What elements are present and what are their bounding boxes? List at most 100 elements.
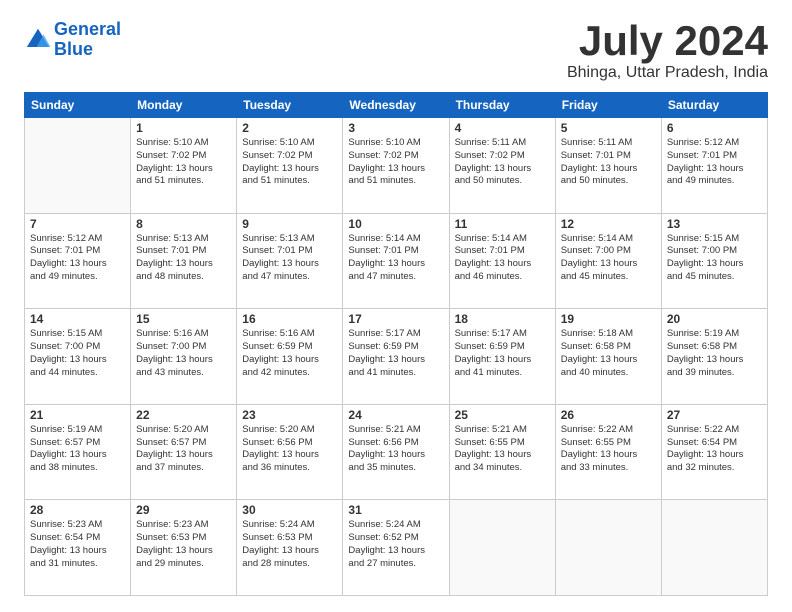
calendar-cell: 27 Sunrise: 5:22 AMSunset: 6:54 PMDayligh… [661, 404, 767, 500]
cell-info: Sunrise: 5:14 AMSunset: 7:01 PMDaylight:… [455, 233, 550, 284]
logo-icon [24, 26, 52, 54]
calendar-cell [661, 500, 767, 596]
day-number: 17 [348, 312, 443, 326]
cell-info: Sunrise: 5:15 AMSunset: 7:00 PMDaylight:… [667, 233, 762, 284]
day-number: 9 [242, 217, 337, 231]
day-number: 16 [242, 312, 337, 326]
calendar-cell: 7Sunrise: 5:12 AMSunset: 7:01 PMDaylight… [25, 213, 131, 309]
cell-info: Sunrise: 5:18 AMSunset: 6:58 PMDaylight:… [561, 328, 656, 379]
day-number: 11 [455, 217, 550, 231]
calendar-cell: 3 Sunrise: 5:10 AMSunset: 7:02 PMDaylight… [343, 118, 449, 214]
day-number: 22 [136, 408, 231, 422]
cell-info: Sunrise: 5:22 AMSunset: 6:55 PMDaylight:… [561, 424, 656, 475]
cell-info: Sunrise: 5:24 AMSunset: 6:53 PMDaylight:… [242, 519, 337, 570]
calendar-cell: 10 Sunrise: 5:14 AMSunset: 7:01 PMDayligh… [343, 213, 449, 309]
calendar-cell: 23 Sunrise: 5:20 AMSunset: 6:56 PMDayligh… [237, 404, 343, 500]
day-number: 25 [455, 408, 550, 422]
calendar-header-cell: Monday [131, 93, 237, 118]
calendar-header-row: SundayMondayTuesdayWednesdayThursdayFrid… [25, 93, 768, 118]
day-number: 24 [348, 408, 443, 422]
calendar-cell: 15Sunrise: 5:16 AMSunset: 7:00 PMDayligh… [131, 309, 237, 405]
day-number: 1 [136, 121, 231, 135]
cell-info: Sunrise: 5:11 AMSunset: 7:02 PMDaylight:… [455, 137, 550, 188]
calendar-cell: 29 Sunrise: 5:23 AMSunset: 6:53 PMDayligh… [131, 500, 237, 596]
title-block: July 2024 Bhinga, Uttar Pradesh, India [567, 20, 768, 82]
calendar-body: 1 Sunrise: 5:10 AMSunset: 7:02 PMDaylight… [25, 118, 768, 596]
cell-info: Sunrise: 5:13 AMSunset: 7:01 PMDaylight:… [242, 233, 337, 284]
cell-info: Sunrise: 5:10 AMSunset: 7:02 PMDaylight:… [348, 137, 443, 188]
calendar-cell: 14Sunrise: 5:15 AMSunset: 7:00 PMDayligh… [25, 309, 131, 405]
cell-info: Sunrise: 5:24 AMSunset: 6:52 PMDaylight:… [348, 519, 443, 570]
calendar-week-row: 21 Sunrise: 5:19 AMSunset: 6:57 PMDayligh… [25, 404, 768, 500]
calendar-cell: 4Sunrise: 5:11 AMSunset: 7:02 PMDaylight… [449, 118, 555, 214]
day-number: 23 [242, 408, 337, 422]
cell-info: Sunrise: 5:10 AMSunset: 7:02 PMDaylight:… [242, 137, 337, 188]
calendar-cell: 8 Sunrise: 5:13 AMSunset: 7:01 PMDaylight… [131, 213, 237, 309]
calendar-cell: 2 Sunrise: 5:10 AMSunset: 7:02 PMDaylight… [237, 118, 343, 214]
cell-info: Sunrise: 5:19 AMSunset: 6:58 PMDaylight:… [667, 328, 762, 379]
calendar-header-cell: Saturday [661, 93, 767, 118]
calendar-cell: 28Sunrise: 5:23 AMSunset: 6:54 PMDayligh… [25, 500, 131, 596]
day-number: 21 [30, 408, 125, 422]
cell-info: Sunrise: 5:20 AMSunset: 6:57 PMDaylight:… [136, 424, 231, 475]
calendar-week-row: 28Sunrise: 5:23 AMSunset: 6:54 PMDayligh… [25, 500, 768, 596]
calendar-cell: 18 Sunrise: 5:17 AMSunset: 6:59 PMDayligh… [449, 309, 555, 405]
day-number: 8 [136, 217, 231, 231]
cell-info: Sunrise: 5:23 AMSunset: 6:53 PMDaylight:… [136, 519, 231, 570]
cell-info: Sunrise: 5:17 AMSunset: 6:59 PMDaylight:… [455, 328, 550, 379]
main-title: July 2024 [567, 20, 768, 62]
subtitle: Bhinga, Uttar Pradesh, India [567, 64, 768, 82]
cell-info: Sunrise: 5:11 AMSunset: 7:01 PMDaylight:… [561, 137, 656, 188]
day-number: 29 [136, 503, 231, 517]
calendar-cell: 31 Sunrise: 5:24 AMSunset: 6:52 PMDayligh… [343, 500, 449, 596]
cell-info: Sunrise: 5:19 AMSunset: 6:57 PMDaylight:… [30, 424, 125, 475]
calendar-cell [555, 500, 661, 596]
cell-info: Sunrise: 5:14 AMSunset: 7:00 PMDaylight:… [561, 233, 656, 284]
cell-info: Sunrise: 5:16 AMSunset: 7:00 PMDaylight:… [136, 328, 231, 379]
cell-info: Sunrise: 5:12 AMSunset: 7:01 PMDaylight:… [667, 137, 762, 188]
calendar-week-row: 14Sunrise: 5:15 AMSunset: 7:00 PMDayligh… [25, 309, 768, 405]
calendar-header-cell: Sunday [25, 93, 131, 118]
cell-info: Sunrise: 5:17 AMSunset: 6:59 PMDaylight:… [348, 328, 443, 379]
day-number: 6 [667, 121, 762, 135]
calendar-cell: 5 Sunrise: 5:11 AMSunset: 7:01 PMDaylight… [555, 118, 661, 214]
logo-text: GeneralBlue [54, 20, 121, 60]
day-number: 30 [242, 503, 337, 517]
cell-info: Sunrise: 5:20 AMSunset: 6:56 PMDaylight:… [242, 424, 337, 475]
cell-info: Sunrise: 5:12 AMSunset: 7:01 PMDaylight:… [30, 233, 125, 284]
day-number: 27 [667, 408, 762, 422]
day-number: 10 [348, 217, 443, 231]
day-number: 2 [242, 121, 337, 135]
cell-info: Sunrise: 5:21 AMSunset: 6:56 PMDaylight:… [348, 424, 443, 475]
cell-info: Sunrise: 5:13 AMSunset: 7:01 PMDaylight:… [136, 233, 231, 284]
calendar-cell: 30 Sunrise: 5:24 AMSunset: 6:53 PMDayligh… [237, 500, 343, 596]
calendar-week-row: 7Sunrise: 5:12 AMSunset: 7:01 PMDaylight… [25, 213, 768, 309]
cell-info: Sunrise: 5:14 AMSunset: 7:01 PMDaylight:… [348, 233, 443, 284]
calendar-cell: 9 Sunrise: 5:13 AMSunset: 7:01 PMDaylight… [237, 213, 343, 309]
day-number: 19 [561, 312, 656, 326]
day-number: 31 [348, 503, 443, 517]
cell-info: Sunrise: 5:16 AMSunset: 6:59 PMDaylight:… [242, 328, 337, 379]
calendar-cell: 19 Sunrise: 5:18 AMSunset: 6:58 PMDayligh… [555, 309, 661, 405]
calendar-cell: 6 Sunrise: 5:12 AMSunset: 7:01 PMDaylight… [661, 118, 767, 214]
calendar-cell: 11 Sunrise: 5:14 AMSunset: 7:01 PMDayligh… [449, 213, 555, 309]
calendar-cell: 12 Sunrise: 5:14 AMSunset: 7:00 PMDayligh… [555, 213, 661, 309]
day-number: 20 [667, 312, 762, 326]
calendar-cell [449, 500, 555, 596]
calendar-header-cell: Tuesday [237, 93, 343, 118]
calendar-header-cell: Friday [555, 93, 661, 118]
day-number: 12 [561, 217, 656, 231]
calendar-cell: 13Sunrise: 5:15 AMSunset: 7:00 PMDayligh… [661, 213, 767, 309]
day-number: 18 [455, 312, 550, 326]
calendar-cell: 17 Sunrise: 5:17 AMSunset: 6:59 PMDayligh… [343, 309, 449, 405]
calendar-cell: 21 Sunrise: 5:19 AMSunset: 6:57 PMDayligh… [25, 404, 131, 500]
cell-info: Sunrise: 5:10 AMSunset: 7:02 PMDaylight:… [136, 137, 231, 188]
calendar-cell: 20 Sunrise: 5:19 AMSunset: 6:58 PMDayligh… [661, 309, 767, 405]
day-number: 14 [30, 312, 125, 326]
calendar-cell: 22 Sunrise: 5:20 AMSunset: 6:57 PMDayligh… [131, 404, 237, 500]
day-number: 5 [561, 121, 656, 135]
cell-info: Sunrise: 5:22 AMSunset: 6:54 PMDaylight:… [667, 424, 762, 475]
day-number: 3 [348, 121, 443, 135]
cell-info: Sunrise: 5:23 AMSunset: 6:54 PMDaylight:… [30, 519, 125, 570]
cell-info: Sunrise: 5:21 AMSunset: 6:55 PMDaylight:… [455, 424, 550, 475]
